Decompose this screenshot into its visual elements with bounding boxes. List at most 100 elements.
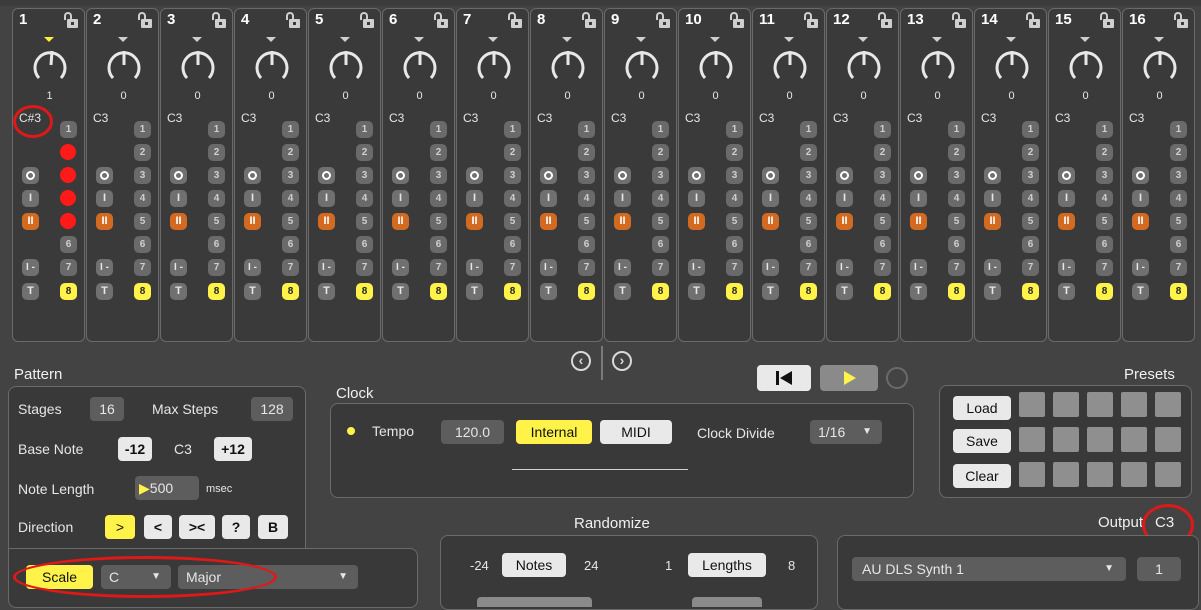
hold-button[interactable] [170,167,187,184]
step-number-button[interactable]: 6 [60,236,77,253]
step-number-button[interactable]: 7 [356,259,373,276]
step-number-button[interactable]: 6 [282,236,299,253]
tie-button[interactable]: T [1132,283,1149,300]
step-active-dot[interactable] [60,144,76,160]
direction-button[interactable]: >< [179,515,215,539]
pitch-knob[interactable] [1066,45,1106,85]
tie-button[interactable]: T [318,283,335,300]
hold-button[interactable] [688,167,705,184]
step-number-button[interactable]: 6 [134,236,151,253]
step-number-button[interactable]: 5 [1096,213,1113,230]
lock-icon[interactable] [656,12,670,28]
pitch-knob[interactable] [474,45,514,85]
step-number-button[interactable]: 3 [874,167,891,184]
reset-button[interactable]: I - [466,259,483,276]
lock-icon[interactable] [952,12,966,28]
gate-button[interactable]: I [910,190,927,207]
preset-slot[interactable] [1155,462,1181,487]
step-number-button[interactable]: 6 [356,236,373,253]
step-number-button[interactable]: 1 [948,121,965,138]
hold-button[interactable] [318,167,335,184]
step-number-button[interactable]: 2 [800,144,817,161]
hold-button[interactable] [392,167,409,184]
randomize-extra-button[interactable] [692,597,762,607]
lock-icon[interactable] [1026,12,1040,28]
preset-slot[interactable] [1121,462,1147,487]
preset-slot[interactable] [1087,462,1113,487]
pitch-knob[interactable] [844,45,884,85]
step-number-button[interactable]: 7 [134,259,151,276]
gate-button[interactable]: I [1132,190,1149,207]
step-number-button[interactable]: 4 [726,190,743,207]
step-number-button[interactable]: 2 [874,144,891,161]
step-number-button[interactable]: 5 [208,213,225,230]
step-number-button[interactable]: 1 [430,121,447,138]
hold-button[interactable] [466,167,483,184]
gate-button[interactable]: I [614,190,631,207]
step-number-button[interactable]: 5 [652,213,669,230]
reset-button[interactable]: I - [540,259,557,276]
reset-button[interactable]: I - [170,259,187,276]
step-number-button[interactable]: 3 [578,167,595,184]
step-number-button[interactable]: 2 [1170,144,1187,161]
step-number-button[interactable]: 4 [134,190,151,207]
step-number-button[interactable]: 2 [356,144,373,161]
mute-button[interactable]: II [170,213,187,230]
reset-button[interactable]: I - [244,259,261,276]
step-number-button[interactable]: 5 [800,213,817,230]
preset-slot[interactable] [1019,392,1045,417]
reset-button[interactable]: I - [96,259,113,276]
step-number-button[interactable]: 6 [1022,236,1039,253]
save-preset-button[interactable]: Save [953,429,1011,453]
step-number-button[interactable]: 6 [726,236,743,253]
lock-icon[interactable] [1100,12,1114,28]
step-number-button[interactable]: 3 [208,167,225,184]
step-number-button[interactable]: 7 [800,259,817,276]
lock-icon[interactable] [286,12,300,28]
mute-button[interactable]: II [762,213,779,230]
step-number-button[interactable]: 4 [208,190,225,207]
mute-button[interactable]: II [836,213,853,230]
reset-button[interactable]: I - [392,259,409,276]
step-number-button[interactable]: 5 [578,213,595,230]
lock-icon[interactable] [730,12,744,28]
step-number-button[interactable]: 5 [134,213,151,230]
step-number-button[interactable]: 6 [430,236,447,253]
preset-slot[interactable] [1019,427,1045,452]
step-active-dot[interactable] [60,190,76,206]
tempo-field[interactable]: 120.0 [441,420,504,444]
step-number-button[interactable]: 3 [948,167,965,184]
step-number-button[interactable]: 3 [800,167,817,184]
mute-button[interactable]: II [318,213,335,230]
preset-slot[interactable] [1053,392,1079,417]
hold-button[interactable] [1132,167,1149,184]
stages-field[interactable]: 16 [90,397,124,421]
base-note-down-button[interactable]: -12 [118,437,152,461]
step-number-button[interactable]: 5 [430,213,447,230]
step-number-button[interactable]: 2 [578,144,595,161]
step-number-button[interactable]: 2 [134,144,151,161]
step-number-button[interactable]: 4 [504,190,521,207]
step-number-button[interactable]: 8 [1170,283,1187,300]
step-number-button[interactable]: 3 [1096,167,1113,184]
step-number-button[interactable]: 8 [1022,283,1039,300]
reset-button[interactable]: I - [836,259,853,276]
output-device-select[interactable]: AU DLS Synth 1 ▼ [852,557,1126,581]
note-length-field[interactable]: ▶500 [135,476,199,500]
randomize-extra-button[interactable] [477,597,592,607]
gate-button[interactable]: I [170,190,187,207]
step-number-button[interactable]: 4 [1096,190,1113,207]
step-number-button[interactable]: 1 [874,121,891,138]
step-number-button[interactable]: 1 [282,121,299,138]
step-number-button[interactable]: 1 [578,121,595,138]
step-number-button[interactable]: 1 [652,121,669,138]
midi-clock-button[interactable]: MIDI [600,420,672,444]
tie-button[interactable]: T [984,283,1001,300]
step-number-button[interactable]: 4 [800,190,817,207]
step-number-button[interactable]: 4 [430,190,447,207]
pitch-knob[interactable] [30,45,70,85]
reset-button[interactable]: I - [1058,259,1075,276]
step-number-button[interactable]: 7 [726,259,743,276]
step-number-button[interactable]: 4 [1170,190,1187,207]
step-number-button[interactable]: 1 [800,121,817,138]
